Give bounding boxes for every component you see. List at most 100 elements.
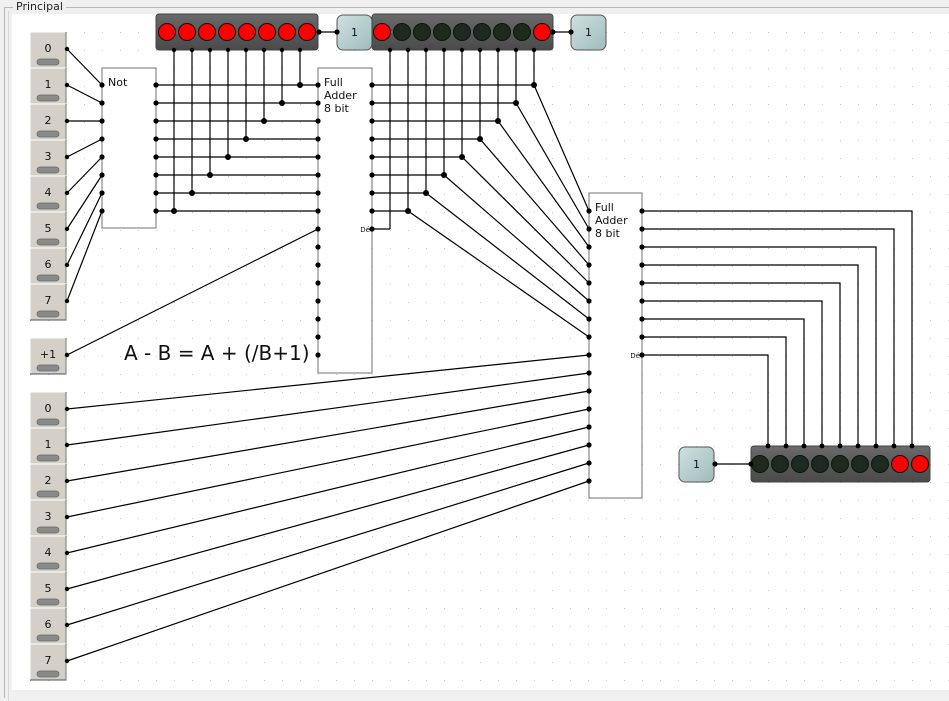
switch-toggle-handle[interactable]: [36, 58, 60, 66]
not-gate-block[interactable]: Not: [101, 67, 157, 229]
switch-toggle-handle[interactable]: [36, 454, 60, 462]
grid-dot: [462, 500, 463, 501]
grid-dot: [408, 338, 409, 339]
grid-dot: [660, 338, 661, 339]
grid-dot: [300, 284, 301, 285]
grid-dot: [822, 626, 823, 627]
input-switch-a-1[interactable]: 1: [29, 67, 67, 105]
input-switch-b-1[interactable]: 1: [29, 427, 67, 465]
input-switch-b-7[interactable]: 7: [29, 643, 67, 681]
junction-dot: [315, 172, 321, 178]
constant-box-result[interactable]: 1: [678, 446, 715, 483]
switch-toggle-handle[interactable]: [36, 490, 60, 498]
grid-dot: [552, 428, 553, 429]
circuit-diagram[interactable]: 01234567+101234567Not FullAdder8 bitFullA…: [0, 0, 949, 690]
grid-dot: [714, 248, 715, 249]
input-switch-b-6[interactable]: 6: [29, 607, 67, 645]
led-off: [493, 23, 511, 41]
grid-dot: [696, 32, 697, 33]
grid-dot: [894, 500, 895, 501]
grid-dot: [894, 680, 895, 681]
junction-dot: [586, 352, 592, 358]
grid-dot: [210, 680, 211, 681]
input-switch-a-4[interactable]: 4: [29, 175, 67, 213]
grid-dot: [138, 500, 139, 501]
grid-dot: [534, 554, 535, 555]
switch-toggle-handle[interactable]: [36, 166, 60, 174]
constant-box-top-right[interactable]: 1: [570, 14, 607, 51]
input-switch-b-0[interactable]: 0: [29, 391, 67, 429]
grid-dot: [120, 410, 121, 411]
grid-dot: [102, 536, 103, 537]
switch-toggle-handle[interactable]: [36, 562, 60, 570]
wire: [66, 462, 590, 626]
input-switch-b-4[interactable]: 4: [29, 535, 67, 573]
input-switch-a-7[interactable]: 7: [29, 283, 67, 321]
switch-toggle-handle[interactable]: [36, 634, 60, 642]
grid-dot: [156, 590, 157, 591]
input-switch-plus-one[interactable]: +1: [29, 337, 67, 375]
input-switch-b-5[interactable]: 5: [29, 571, 67, 609]
grid-dot: [660, 140, 661, 141]
grid-dot: [336, 50, 337, 51]
junction-dot: [819, 443, 825, 449]
grid-dot: [282, 230, 283, 231]
input-switch-a-2[interactable]: 2: [29, 103, 67, 141]
grid-dot: [498, 392, 499, 393]
grid-dot: [858, 536, 859, 537]
grid-dot: [498, 356, 499, 357]
grid-dot: [516, 446, 517, 447]
grid-dot: [624, 500, 625, 501]
grid-dot: [714, 608, 715, 609]
switch-toggle-handle[interactable]: [36, 364, 60, 372]
switch-toggle-handle[interactable]: [36, 598, 60, 606]
switch-toggle-handle[interactable]: [36, 310, 60, 318]
grid-dot: [264, 338, 265, 339]
grid-dot: [822, 194, 823, 195]
grid-dot: [786, 68, 787, 69]
grid-dot: [426, 302, 427, 303]
switch-toggle-handle[interactable]: [36, 130, 60, 138]
input-switch-a-6[interactable]: 6: [29, 247, 67, 285]
switch-label: 7: [45, 294, 52, 307]
switch-toggle-handle[interactable]: [36, 670, 60, 678]
switch-toggle-handle[interactable]: [36, 274, 60, 282]
grid-dot: [102, 500, 103, 501]
grid-dot: [102, 428, 103, 429]
input-switch-a-3[interactable]: 3: [29, 139, 67, 177]
full-adder-2[interactable]: FullAdder8 bit: [588, 192, 643, 499]
switch-toggle-handle[interactable]: [36, 202, 60, 210]
grid-dot: [696, 212, 697, 213]
grid-dot: [822, 536, 823, 537]
grid-dot: [174, 302, 175, 303]
grid-dot: [534, 392, 535, 393]
grid-dot: [822, 86, 823, 87]
full-adder-1[interactable]: FullAdder8 bit: [317, 67, 373, 374]
full-adder-2-label: 8 bit: [595, 227, 621, 240]
grid-dot: [858, 50, 859, 51]
grid-dot: [714, 446, 715, 447]
grid-dot: [912, 518, 913, 519]
constant-box-top-left[interactable]: 1: [336, 14, 373, 51]
grid-dot: [282, 626, 283, 627]
not-gate-body[interactable]: [101, 67, 157, 229]
switch-toggle-handle[interactable]: [36, 94, 60, 102]
grid-dot: [84, 590, 85, 591]
input-switch-a-5[interactable]: 5: [29, 211, 67, 249]
input-switch-a-0[interactable]: 0: [29, 31, 67, 69]
switch-toggle-handle[interactable]: [36, 418, 60, 426]
grid-dot: [876, 572, 877, 573]
grid-dot: [336, 392, 337, 393]
switch-label: 3: [45, 510, 52, 523]
switch-toggle-handle[interactable]: [36, 238, 60, 246]
switch-toggle-handle[interactable]: [36, 526, 60, 534]
junction-dot: [315, 154, 321, 160]
grid-dot: [192, 320, 193, 321]
grid-dot: [408, 572, 409, 573]
grid-dot: [534, 176, 535, 177]
input-switch-b-2[interactable]: 2: [29, 463, 67, 501]
grid-dot: [606, 68, 607, 69]
grid-dot: [192, 518, 193, 519]
grid-dot: [192, 284, 193, 285]
input-switch-b-3[interactable]: 3: [29, 499, 67, 537]
